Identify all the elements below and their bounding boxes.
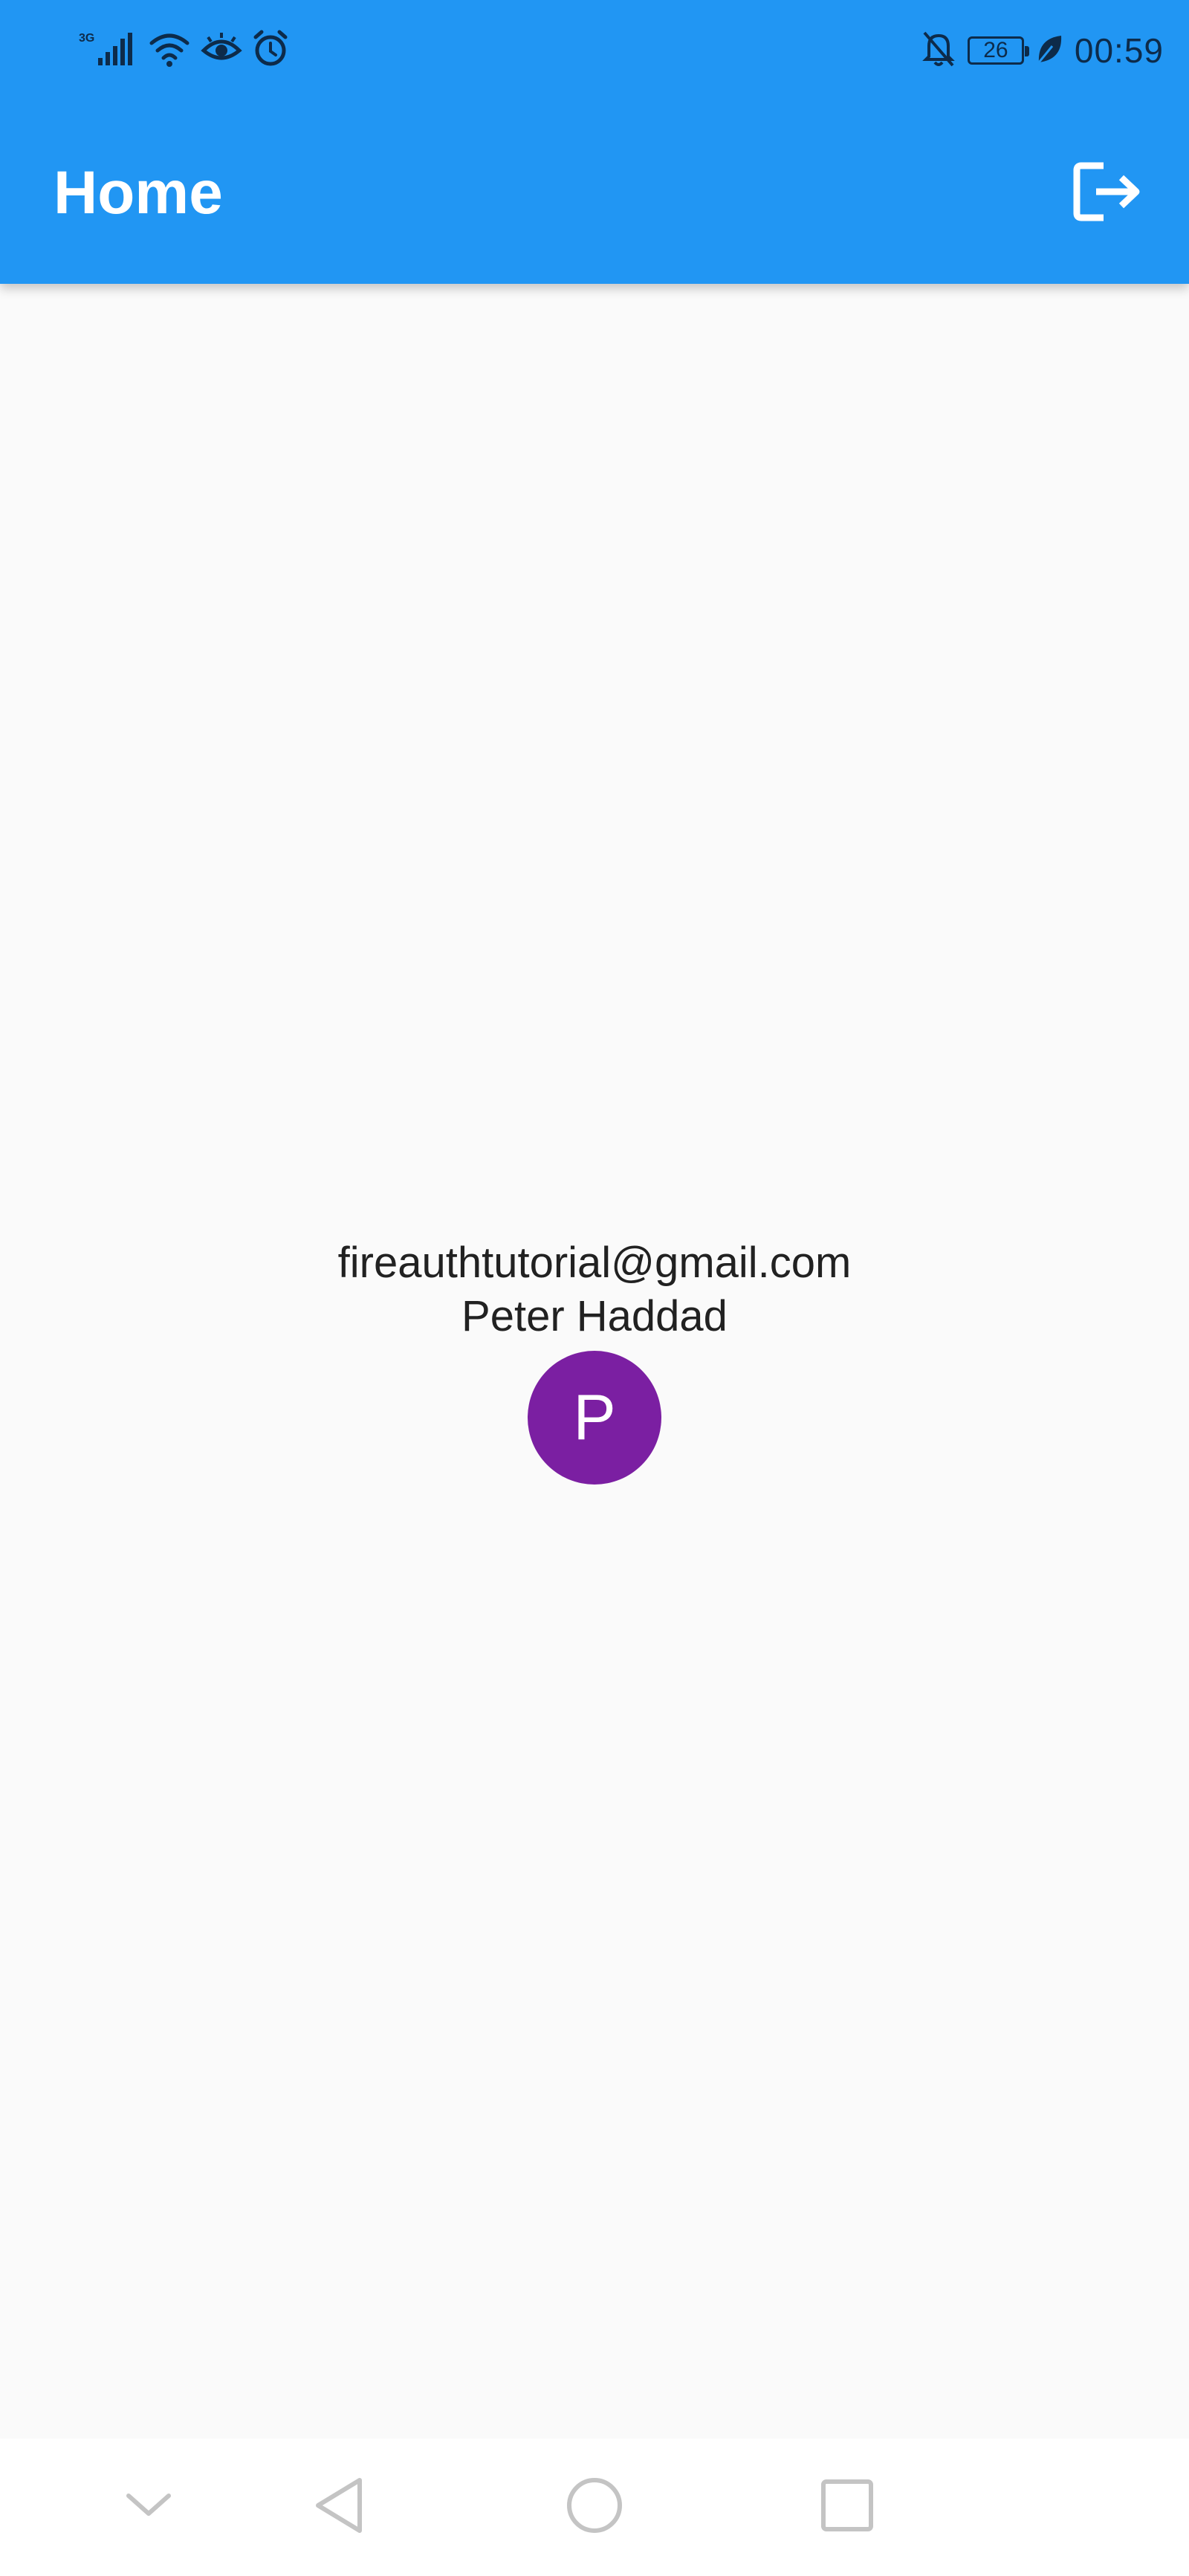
- home-button[interactable]: [557, 2470, 632, 2544]
- hide-keyboard-icon: [123, 2487, 175, 2528]
- status-right-group: 26 00:59: [920, 30, 1164, 71]
- status-bar: 3G 26 00:59: [0, 0, 1189, 101]
- user-profile: fireauthtutorial@gmail.com Peter Haddad …: [0, 1236, 1189, 1485]
- system-nav-bar: [0, 2439, 1189, 2576]
- recents-icon: [817, 2476, 877, 2539]
- page-title: Home: [54, 159, 223, 227]
- home-content: fireauthtutorial@gmail.com Peter Haddad …: [0, 284, 1189, 2439]
- battery-level: 26: [983, 38, 1008, 62]
- logout-icon: [1072, 160, 1144, 227]
- logout-button[interactable]: [1067, 156, 1149, 230]
- user-email: fireauthtutorial@gmail.com: [337, 1239, 852, 1287]
- alarm-icon: [251, 28, 290, 74]
- eye-icon: [201, 28, 242, 74]
- signal-icon: 3G: [77, 28, 138, 74]
- back-icon: [311, 2476, 370, 2539]
- wifi-icon: [147, 28, 192, 74]
- back-button[interactable]: [303, 2470, 378, 2544]
- avatar: P: [528, 1351, 661, 1485]
- bell-off-icon: [920, 28, 957, 74]
- status-left-group: 3G: [77, 30, 290, 71]
- leaf-icon: [1034, 28, 1064, 74]
- app-bar: 3G 26 00:59 Home: [0, 0, 1189, 284]
- status-time: 00:59: [1074, 31, 1164, 70]
- network-type-label: 3G: [79, 32, 94, 45]
- recents-button[interactable]: [810, 2470, 884, 2544]
- home-icon: [565, 2476, 624, 2539]
- hide-keyboard-button[interactable]: [111, 2470, 186, 2544]
- user-name: Peter Haddad: [461, 1292, 728, 1340]
- battery-icon: 26: [967, 36, 1029, 65]
